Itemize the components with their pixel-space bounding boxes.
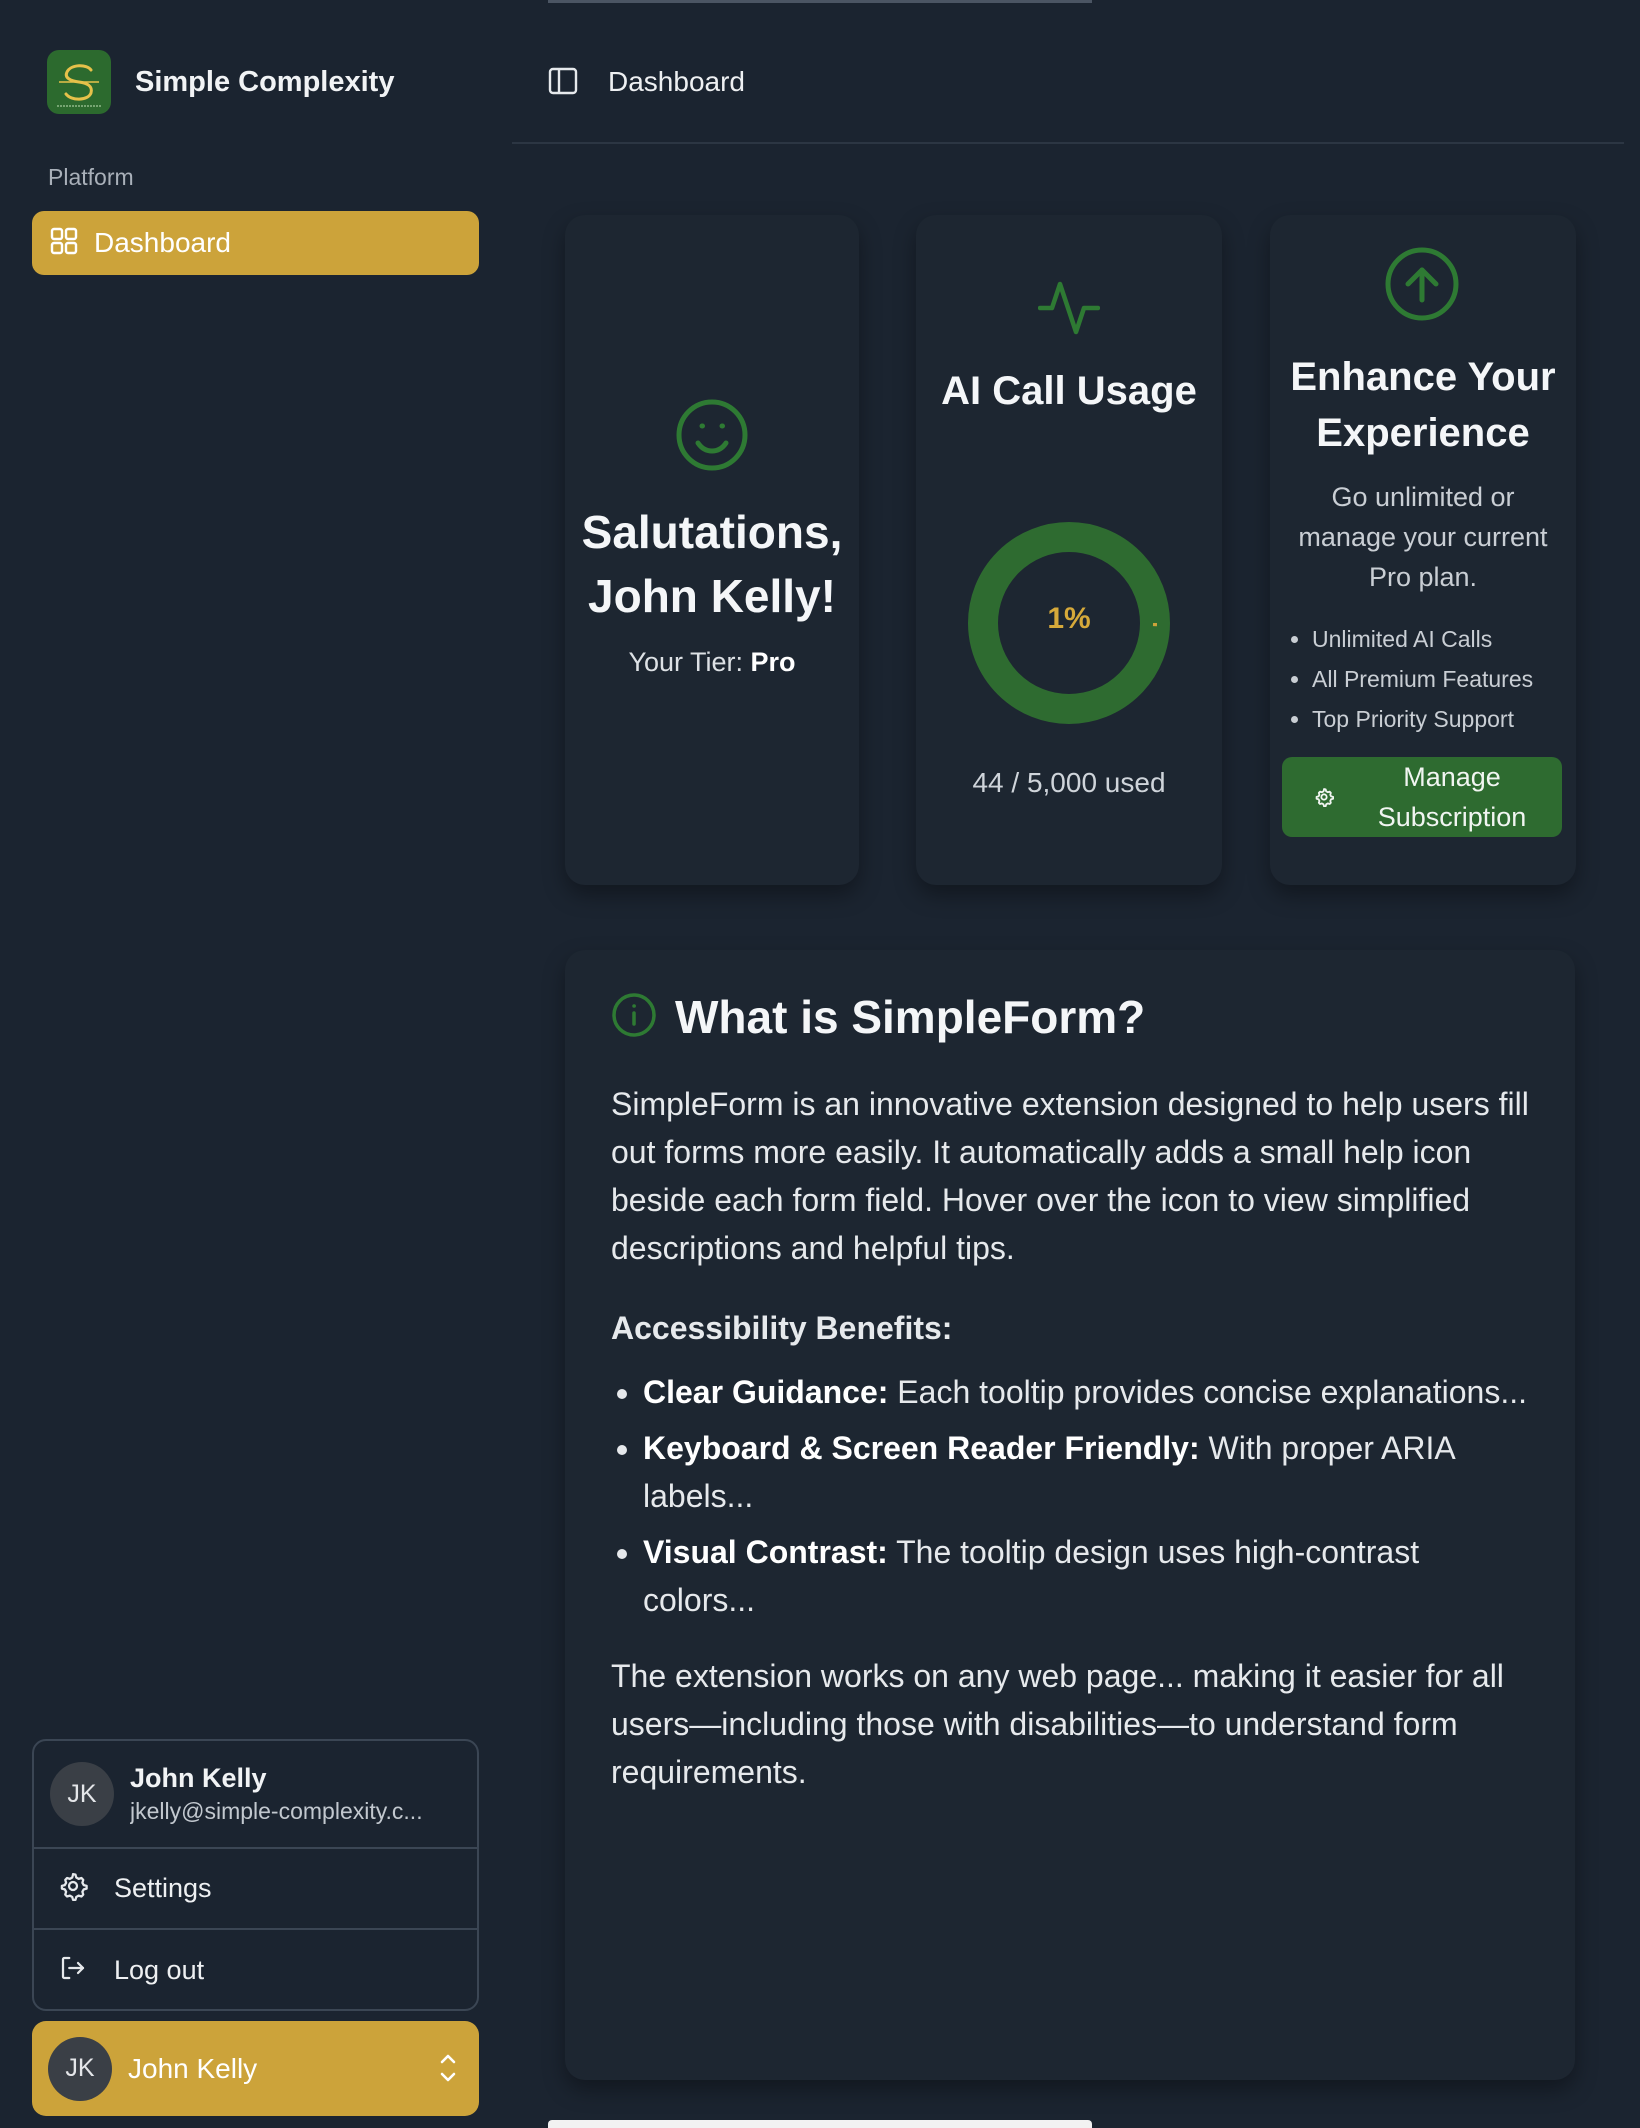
info-heading: What is SimpleForm?: [675, 991, 1146, 1043]
upgrade-description: Go unlimited or manage your current Pro …: [1298, 482, 1548, 592]
info-intro: SimpleForm is an innovative extension de…: [611, 1086, 1529, 1266]
benefit-title: Visual Contrast:: [643, 1534, 888, 1570]
usage-percent: 1%: [1047, 602, 1091, 635]
sidebar-item-label: Dashboard: [94, 227, 231, 258]
sidebar-section-label: Platform: [48, 164, 134, 190]
upgrade-title: Enhance Your Experience: [1290, 355, 1556, 455]
manage-subscription-button[interactable]: Manage Subscription: [1282, 757, 1562, 837]
sidebar-item-dashboard[interactable]: Dashboard: [32, 211, 479, 275]
benefit-title: Clear Guidance:: [643, 1374, 889, 1410]
settings-label: Settings: [114, 1873, 212, 1903]
page-title: Dashboard: [608, 66, 745, 97]
smile-icon: [675, 398, 749, 477]
usage-card: AI Call Usage 1% 44 / 5,000 used: [916, 215, 1222, 885]
brand-logo: [47, 50, 111, 114]
upgrade-card: Enhance Your Experience Go unlimited or …: [1270, 215, 1576, 885]
info-icon: [611, 992, 657, 1043]
benefits-list: Clear Guidance: Each tooltip provides co…: [611, 1368, 1531, 1624]
chevrons-up-down-icon: [437, 2051, 459, 2090]
grid-icon: [50, 227, 78, 260]
logout-icon: [58, 1953, 88, 1988]
feature-list: Unlimited AI Calls All Premium Features …: [1284, 619, 1533, 739]
welcome-card: Salutations, John Kelly! Your Tier: Pro: [565, 215, 859, 885]
avatar: JK: [50, 1762, 114, 1826]
user-menu-dropdown: JK John Kelly jkelly@simple-complexity.c…: [32, 1739, 479, 2011]
user-switcher-name: John Kelly: [128, 2052, 258, 2084]
user-email: jkelly@simple-complexity.c...: [130, 1798, 423, 1824]
sidebar-toggle-icon[interactable]: [548, 66, 578, 101]
info-body: SimpleForm is an innovative extension de…: [611, 1080, 1531, 1796]
feature-item: Top Priority Support: [1312, 699, 1533, 739]
home-indicator: [548, 2120, 1092, 2128]
tier-label: Your Tier:: [628, 647, 744, 677]
info-card: What is SimpleForm? SimpleForm is an inn…: [565, 950, 1575, 2080]
logout-menu-item[interactable]: Log out: [34, 1930, 477, 2011]
tier-value: Pro: [750, 647, 796, 677]
user-name: John Kelly: [130, 1763, 267, 1793]
feature-item: All Premium Features: [1312, 659, 1533, 699]
arrow-up-circle-icon: [1384, 246, 1460, 327]
gear-icon: [1314, 787, 1334, 812]
brand[interactable]: Simple Complexity: [47, 50, 394, 114]
info-heading-row: What is SimpleForm?: [611, 990, 1145, 1044]
avatar: JK: [48, 2036, 112, 2101]
usage-donut: 1%: [966, 520, 1172, 726]
user-switcher-button[interactable]: JK John Kelly: [32, 2021, 479, 2116]
tier-text: Your Tier: Pro: [565, 647, 859, 678]
benefit-item: Keyboard & Screen Reader Friendly: With …: [643, 1424, 1531, 1520]
usage-count: 44 / 5,000 used: [972, 767, 1166, 798]
user-menu-header: JK John Kelly jkelly@simple-complexity.c…: [34, 1741, 477, 1849]
benefit-item: Clear Guidance: Each tooltip provides co…: [643, 1368, 1531, 1416]
settings-menu-item[interactable]: Settings: [34, 1849, 477, 1930]
activity-icon: [1037, 277, 1101, 344]
gear-icon: [58, 1871, 88, 1906]
benefit-title: Keyboard & Screen Reader Friendly:: [643, 1430, 1200, 1466]
benefits-heading: Accessibility Benefits:: [611, 1310, 953, 1346]
benefit-item: Visual Contrast: The tooltip design uses…: [643, 1528, 1531, 1624]
usage-title: AI Call Usage: [941, 369, 1197, 413]
logout-label: Log out: [114, 1955, 205, 1985]
page-header: Dashboard: [512, 0, 1624, 144]
info-closing: The extension works on any web page... m…: [611, 1658, 1504, 1790]
manage-subscription-label: Manage Subscription: [1377, 762, 1527, 832]
brand-name: Simple Complexity: [135, 65, 395, 98]
benefit-text: Each tooltip provides concise explanatio…: [888, 1374, 1527, 1410]
greeting: Salutations, John Kelly!: [581, 506, 843, 622]
feature-item: Unlimited AI Calls: [1312, 619, 1533, 659]
sidebar: Simple Complexity Platform Dashboard JK …: [0, 0, 510, 2128]
